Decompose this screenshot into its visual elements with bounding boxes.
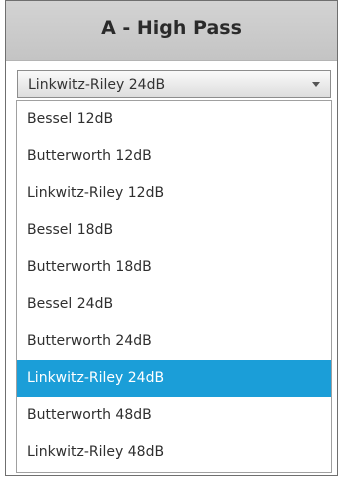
filter-type-dropdown-list: Bessel 12dB Butterworth 12dB Linkwitz-Ri… (16, 100, 332, 473)
chevron-down-icon[interactable] (312, 82, 320, 87)
filter-type-select[interactable]: Linkwitz-Riley 24dB (17, 70, 331, 98)
select-value: Linkwitz-Riley 24dB (28, 77, 166, 93)
dropdown-option[interactable]: Linkwitz-Riley 24dB (17, 360, 331, 397)
dropdown-option[interactable]: Bessel 24dB (17, 286, 331, 323)
panel-title: A - High Pass (101, 17, 242, 39)
dropdown-option[interactable]: Linkwitz-Riley 12dB (17, 175, 331, 212)
panel-header: A - High Pass (6, 1, 337, 61)
high-pass-panel: A - High Pass Linkwitz-Riley 24dB Bessel… (5, 0, 338, 476)
dropdown-option[interactable]: Butterworth 12dB (17, 138, 331, 175)
dropdown-option[interactable]: Linkwitz-Riley 48dB (17, 434, 331, 471)
dropdown-option[interactable]: Bessel 18dB (17, 212, 331, 249)
dropdown-option[interactable]: Butterworth 48dB (17, 397, 331, 434)
dropdown-option[interactable]: Butterworth 18dB (17, 249, 331, 286)
dropdown-option[interactable]: Bessel 12dB (17, 101, 331, 138)
dropdown-option[interactable]: Butterworth 24dB (17, 323, 331, 360)
